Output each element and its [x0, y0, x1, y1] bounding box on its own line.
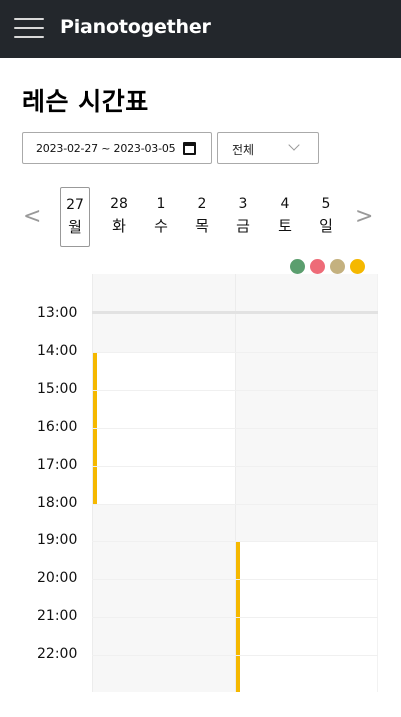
week-day-navigation: < 27 월 28 화 1 수 2 목 3 금 4 토 5 일 > — [0, 186, 401, 248]
chevron-down-icon — [288, 139, 300, 151]
time-label: 14:00 — [37, 343, 78, 359]
app-bar: Pianotogether — [0, 0, 401, 58]
day-weekday: 화 — [112, 217, 126, 235]
day-weekday: 토 — [278, 217, 292, 235]
time-label: 20:00 — [37, 570, 78, 586]
day-tab[interactable]: 5일 — [311, 187, 341, 247]
hour-gridline — [92, 541, 378, 542]
legend-color-dot[interactable] — [330, 259, 345, 274]
day-weekday: 목 — [195, 217, 209, 235]
calendar-icon[interactable] — [183, 142, 196, 155]
day-tab[interactable]: 27 월 — [60, 187, 90, 247]
time-label: 13:00 — [37, 305, 78, 321]
day-tab[interactable]: 2목 — [187, 187, 217, 247]
day-number: 3 — [238, 196, 248, 212]
prev-week-arrow-icon[interactable]: < — [23, 206, 41, 228]
time-label: 17:00 — [37, 457, 78, 473]
filter-selected-value: 전체 — [232, 143, 255, 157]
hour-gridline — [92, 504, 378, 505]
day-tab[interactable]: 1수 — [146, 187, 176, 247]
hour-gridline — [92, 655, 378, 656]
time-label: 18:00 — [37, 495, 78, 511]
day-weekday: 일 — [319, 217, 333, 235]
date-range-value: 2023-02-27 ~ 2023-03-05 — [36, 142, 176, 155]
hour-gridline — [92, 579, 378, 580]
schedule-column — [235, 274, 378, 692]
page-title: 레슨 시간표 — [22, 87, 149, 116]
day-number: 1 — [156, 196, 166, 212]
app-title: Pianotogether — [60, 16, 211, 38]
day-tab[interactable]: 28 화 — [104, 187, 134, 247]
day-tab[interactable]: 3금 — [228, 187, 258, 247]
schedule-grid — [92, 274, 378, 692]
time-label: 21:00 — [37, 608, 78, 624]
day-number: 27 — [66, 197, 84, 213]
hour-gridline — [92, 617, 378, 618]
day-weekday: 금 — [236, 217, 250, 235]
legend-color-dot[interactable] — [350, 259, 365, 274]
filter-select[interactable]: 전체 — [217, 132, 319, 164]
day-number: 2 — [197, 196, 207, 212]
grid-top-line — [92, 311, 378, 314]
hour-gridline — [92, 466, 378, 467]
time-label: 22:00 — [37, 646, 78, 662]
date-range-picker[interactable]: 2023-02-27 ~ 2023-03-05 — [22, 132, 212, 164]
next-week-arrow-icon[interactable]: > — [355, 206, 373, 228]
day-number: 28 — [110, 196, 128, 212]
day-weekday: 월 — [68, 218, 82, 236]
schedule-timetable: 13:00 14:00 15:00 16:00 17:00 18:00 19:00 20:00… — [0, 274, 401, 717]
legend-color-dot[interactable] — [290, 259, 305, 274]
hour-gridline — [92, 428, 378, 429]
hour-gridline — [92, 352, 378, 353]
day-number: 4 — [280, 196, 290, 212]
time-label: 15:00 — [37, 381, 78, 397]
day-weekday: 수 — [154, 217, 168, 235]
time-label: 19:00 — [37, 532, 78, 548]
menu-icon[interactable] — [14, 17, 44, 39]
day-number: 5 — [321, 196, 331, 212]
time-label: 16:00 — [37, 419, 78, 435]
schedule-column — [92, 274, 235, 692]
day-tab[interactable]: 4토 — [270, 187, 300, 247]
legend-color-dot[interactable] — [310, 259, 325, 274]
hour-gridline — [92, 390, 378, 391]
